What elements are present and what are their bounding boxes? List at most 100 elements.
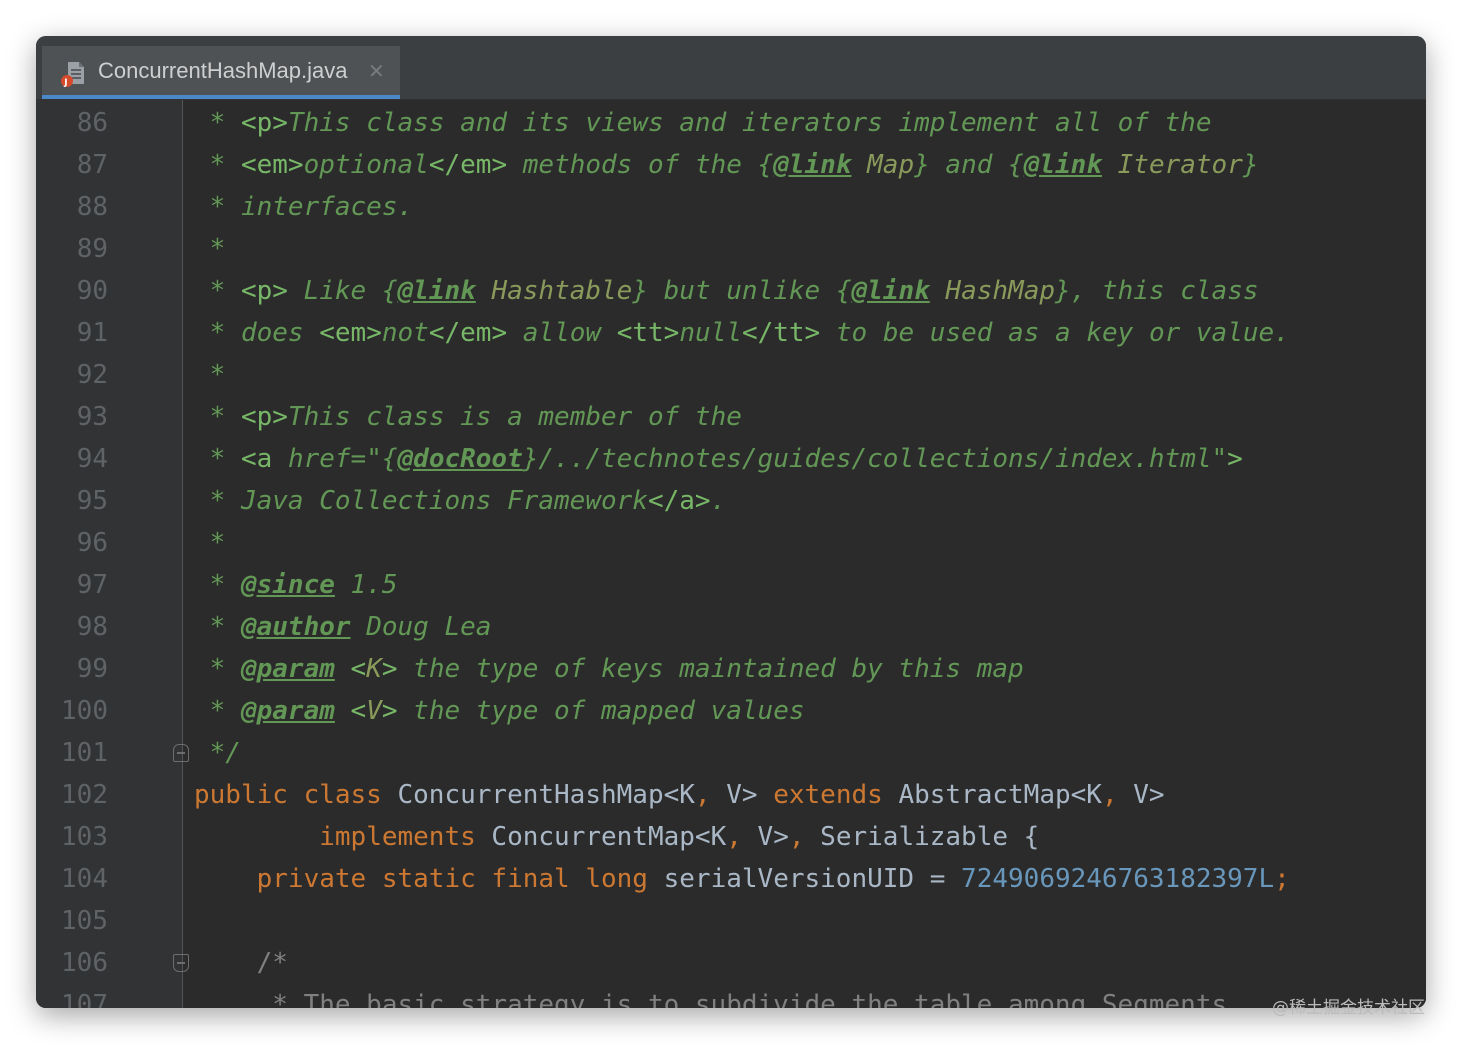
code-token: to be used as a key or value. [820,318,1290,348]
code-line[interactable]: 99 * @param <K> the type of keys maintai… [36,648,1426,690]
line-number: 92 [76,360,108,390]
code-line[interactable]: 95 * Java Collections Framework</a>. [36,480,1426,522]
code-token: }, this class [1055,276,1259,306]
code-text: * [194,522,226,564]
line-number: 89 [76,234,108,264]
code-token: <a [240,444,288,474]
code-line[interactable]: 89 * [36,228,1426,270]
code-token: not [381,318,429,348]
code-token: * [194,150,241,180]
fold-start-icon[interactable] [173,954,189,972]
code-token: < [350,654,367,684]
code-line[interactable]: 86 * <p>This class and its views and ite… [36,102,1426,144]
code-token: @param [240,654,335,684]
code-token: @link [773,150,852,180]
code-token: > [381,654,398,684]
code-token: <em> [240,150,304,180]
line-number: 107 [61,990,108,1008]
code-token: V> [757,822,789,852]
code-text: * [194,228,226,270]
code-token: </em> [428,318,508,348]
code-line[interactable]: 98 * @author Doug Lea [36,606,1426,648]
code-line[interactable]: 104 private static final long serialVers… [36,858,1426,900]
code-token: optional [303,150,429,180]
code-line[interactable]: 106 /* [36,942,1426,984]
code-token: * [194,402,241,432]
code-text: * [194,354,226,396]
code-token: * [194,528,226,558]
code-token: K [366,654,382,684]
code-line[interactable]: 102 public class ConcurrentHashMap<K, V> … [36,774,1426,816]
code-line[interactable]: 105 [36,900,1426,942]
code-text: * @author Doug Lea [194,606,492,648]
code-token: href="{ [287,444,398,474]
code-token: Like { [287,276,398,306]
code-token: * interfaces. [194,192,414,222]
code-line[interactable]: 91 * does <em>not</em> allow <tt>null</t… [36,312,1426,354]
tab-title: ConcurrentHashMap.java [98,58,348,83]
line-number: 86 [76,108,108,138]
code-line[interactable]: 92 * [36,354,1426,396]
code-line[interactable]: 88 * interfaces. [36,186,1426,228]
line-number: 91 [76,318,108,348]
line-number: 90 [76,276,108,306]
code-token: This class is a member of the [287,402,742,432]
code-line[interactable]: 94 * <a href="{@docRoot}/../technotes/gu… [36,438,1426,480]
code-token: This class and its views and iterators i… [287,108,1212,138]
code-token: null [679,318,742,348]
line-number: 96 [76,528,108,558]
code-text: * <p>This class is a member of the [194,396,742,438]
code-token: < [350,696,367,726]
code-token: }/../technotes/guides/collections/index.… [522,444,1228,474]
code-line[interactable]: 96 * [36,522,1426,564]
code-text: * does <em>not</em> allow <tt>null</tt> … [194,312,1290,354]
code-line[interactable]: 100 * @param <V> the type of mapped valu… [36,690,1426,732]
code-token: </tt> [741,318,821,348]
code-token: > [1227,444,1243,474]
code-token: @since [240,570,335,600]
code-token: <p> [240,108,288,138]
code-line[interactable]: 107 * The basic strategy is to subdivide… [36,984,1426,1008]
code-token: ; [1274,864,1290,894]
line-number: 95 [76,486,108,516]
code-token: } but unlike { [632,276,852,306]
code-text: * <p>This class and its views and iterat… [194,102,1212,144]
code-text: * The basic strategy is to subdivide the… [194,984,1243,1008]
watermark: @稀土掘金技术社区 [1272,998,1425,1018]
code-token: ConcurrentHashMap<K [397,780,695,810]
code-text: * @param <V> the type of mapped values [194,690,805,732]
code-token: ConcurrentMap<K [491,822,727,852]
code-line[interactable]: 101 */ [36,732,1426,774]
code-line[interactable]: 103 implements ConcurrentMap<K, V>, Seri… [36,816,1426,858]
code-token: the type of keys maintained by this map [397,654,1024,684]
tab-concurrenthashmap-java[interactable]: J ConcurrentHashMap.java ✕ [42,46,400,99]
code-token: serialVersionUID = [663,864,962,894]
code-token: * [194,360,226,390]
code-text: * <em>optional</em> methods of the {@lin… [194,144,1259,186]
line-number: 105 [61,906,108,936]
code-line[interactable]: 93 * <p>This class is a member of the [36,396,1426,438]
code-line[interactable]: 90 * <p> Like {@link Hashtable} but unli… [36,270,1426,312]
code-token: * Java Collections Framework [194,486,648,516]
code-token: * [194,234,226,264]
code-line[interactable]: 97 * @since 1.5 [36,564,1426,606]
line-number: 88 [76,192,108,222]
fold-end-icon[interactable] [173,744,189,762]
line-number: 100 [61,696,108,726]
java-class-file-icon: J [60,60,86,88]
code-token: @param [240,696,335,726]
code-token: public class [194,780,398,810]
line-number: 93 [76,402,108,432]
code-line[interactable]: 87 * <em>optional</em> methods of the {@… [36,144,1426,186]
line-number: 104 [61,864,108,894]
code-token: AbstractMap<K [898,780,1102,810]
code-token: } [1242,150,1259,180]
code-token: */ [194,738,241,768]
line-number: 98 [76,612,108,642]
code-token: 1.5 [334,570,398,600]
code-token: <em> [319,318,382,348]
close-icon[interactable]: ✕ [368,59,385,83]
code-token: * [194,444,241,474]
line-number: 99 [76,654,108,684]
